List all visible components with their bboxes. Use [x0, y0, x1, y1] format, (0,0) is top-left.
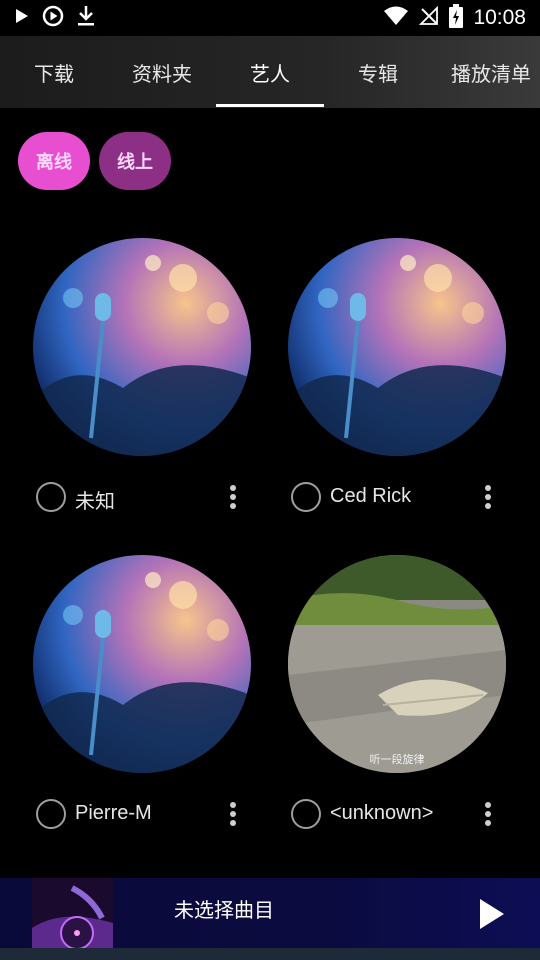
online-chip[interactable]: 线上: [99, 132, 171, 190]
artist-name: <unknown>: [330, 802, 434, 824]
artist-image[interactable]: [33, 555, 251, 773]
more-options-icon[interactable]: [478, 482, 498, 512]
artist-name: Pierre-M: [75, 802, 152, 824]
artist-select-radio[interactable]: [291, 799, 321, 829]
status-time: 10:08: [473, 6, 526, 29]
tab-artists[interactable]: 艺人: [216, 36, 324, 108]
track-title: 未选择曲目: [174, 898, 274, 922]
artist-image[interactable]: [288, 238, 506, 456]
tab-bar: 下载 资料夹 艺人 专辑 播放清单: [0, 36, 540, 108]
artist-select-radio[interactable]: [36, 799, 66, 829]
tab-albums[interactable]: 专辑: [324, 36, 432, 108]
artist-image[interactable]: 听一段旋律: [288, 555, 506, 773]
no-signal-icon: [419, 5, 439, 30]
tab-downloads[interactable]: 下载: [0, 36, 108, 108]
artist-image[interactable]: [33, 238, 251, 456]
album-art: [32, 878, 113, 948]
wifi-icon: [383, 6, 409, 30]
play-button[interactable]: [478, 898, 506, 934]
play-icon: [14, 8, 30, 28]
image-caption: 听一段旋律: [369, 753, 425, 766]
more-options-icon[interactable]: [223, 799, 243, 829]
play-circle-icon: [42, 5, 64, 31]
offline-chip[interactable]: 离线: [18, 132, 90, 190]
navigation-bar: [0, 948, 540, 960]
battery-charging-icon: [449, 4, 464, 32]
artist-select-radio[interactable]: [36, 482, 66, 512]
tab-folders[interactable]: 资料夹: [108, 36, 216, 108]
artist-select-radio[interactable]: [291, 482, 321, 512]
mini-player[interactable]: 未选择曲目: [0, 878, 540, 948]
status-bar: 10:08: [0, 0, 540, 36]
tab-playlists[interactable]: 播放清单: [432, 36, 540, 108]
more-options-icon[interactable]: [223, 482, 243, 512]
download-icon: [76, 5, 96, 31]
tab-indicator: [216, 104, 324, 107]
more-options-icon[interactable]: [478, 799, 498, 829]
artist-name: Ced Rick: [330, 485, 412, 507]
artist-name: 未知: [75, 491, 115, 513]
